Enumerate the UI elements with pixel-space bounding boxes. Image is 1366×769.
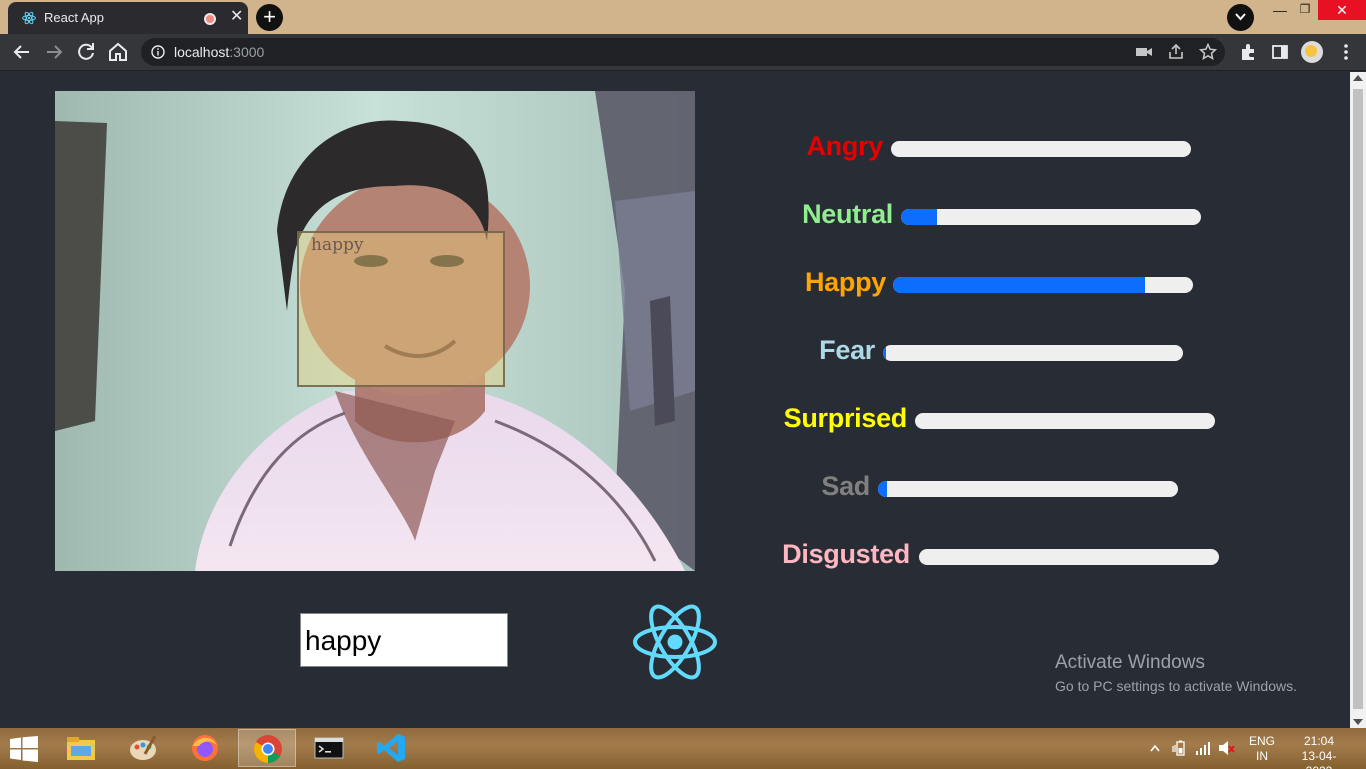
browser-toolbar: localhost:3000 (0, 34, 1366, 71)
app-page: happy Angry Neutral Happy Fear Surprised Sad D… (0, 72, 1350, 728)
extensions-puzzle-icon[interactable] (1239, 43, 1257, 61)
clock[interactable]: 21:04 13-04-2022 (1289, 734, 1349, 769)
emotion-progress-fill (901, 209, 937, 225)
emotion-progress-fill (878, 481, 887, 497)
chrome-icon (254, 735, 282, 763)
scroll-down-arrow-icon[interactable] (1353, 719, 1363, 725)
more-menu-icon[interactable] (1336, 42, 1356, 62)
scroll-up-arrow-icon[interactable] (1353, 75, 1363, 81)
window-maximize-button[interactable]: ❐ (1293, 2, 1317, 22)
vscode-icon (377, 734, 405, 762)
emotion-row-disgusted: Disgusted (0, 539, 1350, 573)
bookmark-star-icon[interactable] (1199, 43, 1217, 61)
clock-date: 13-04-2022 (1301, 749, 1337, 769)
windows-taskbar: ENG IN 21:04 13-04-2022 (0, 728, 1366, 769)
input-language-indicator[interactable]: ENG IN (1249, 734, 1275, 764)
emotion-row-happy: Happy (0, 267, 1350, 301)
browser-tab[interactable]: React App ✕ (8, 2, 248, 34)
new-tab-button[interactable]: + (256, 4, 283, 31)
emotion-progress-bar (891, 141, 1191, 157)
taskbar-vscode[interactable] (362, 729, 420, 767)
chevron-down-icon (1235, 13, 1246, 21)
emotion-label: Angry (806, 131, 883, 161)
taskbar-chrome[interactable] (238, 729, 296, 767)
home-icon[interactable] (106, 40, 130, 64)
taskbar-firefox[interactable] (176, 729, 234, 767)
tab-close-button[interactable]: ✕ (230, 8, 243, 26)
network-signal-icon[interactable] (1195, 740, 1211, 756)
react-logo-icon (633, 604, 717, 680)
tab-title: React App (44, 10, 104, 25)
activate-windows-title: Activate Windows (1055, 652, 1205, 673)
tray-chevron-up-icon[interactable] (1150, 744, 1160, 752)
window-minimize-button[interactable]: — (1268, 2, 1292, 22)
window-close-button[interactable]: ✕ (1318, 0, 1366, 20)
terminal-icon (314, 737, 344, 759)
reload-icon[interactable] (74, 40, 98, 64)
emotion-progress-fill (883, 345, 886, 361)
emotion-label: Surprised (783, 403, 908, 433)
emotion-progress-bar (915, 413, 1215, 429)
clock-time: 21:04 (1303, 734, 1335, 748)
taskbar-command-prompt[interactable] (300, 729, 358, 767)
profile-avatar[interactable] (1301, 41, 1323, 63)
taskbar-paint[interactable] (114, 729, 172, 767)
emotion-label: Fear (819, 335, 875, 365)
emotion-row-surprised: Surprised (0, 403, 1350, 437)
emotion-row-fear: Fear (0, 335, 1350, 369)
paint-icon (130, 735, 157, 760)
page-scrollbar[interactable] (1350, 72, 1366, 728)
emotion-progress-bar (878, 481, 1178, 497)
taskbar-file-explorer[interactable] (52, 729, 110, 767)
windows-start-icon[interactable] (10, 736, 38, 762)
back-arrow-icon[interactable] (10, 40, 34, 64)
share-icon[interactable] (1167, 43, 1185, 61)
side-panel-icon[interactable] (1271, 43, 1289, 61)
battery-icon[interactable] (1172, 740, 1188, 756)
firefox-icon (192, 735, 218, 761)
scrollbar-thumb[interactable] (1353, 89, 1363, 709)
emotion-label: Sad (821, 471, 870, 501)
activate-windows-watermark: Activate Windows Go to PC settings to ac… (1055, 652, 1297, 696)
address-bar[interactable]: localhost:3000 (141, 38, 1225, 66)
emotion-progress-fill (893, 277, 1145, 293)
url-port: :3000 (229, 44, 265, 60)
emotion-label: Disgusted (782, 539, 910, 569)
site-info-icon[interactable] (151, 45, 165, 59)
emotion-row-neutral: Neutral (0, 199, 1350, 233)
tab-search-button[interactable] (1227, 4, 1254, 31)
emotion-progress-bar (883, 345, 1183, 361)
emotion-progress-bar (919, 549, 1219, 565)
emotion-progress-bar (893, 277, 1193, 293)
recording-indicator-icon (204, 13, 216, 25)
emotion-row-angry: Angry (0, 131, 1350, 165)
activate-windows-subtitle: Go to PC settings to activate Windows. (1055, 678, 1297, 694)
url-host: localhost (174, 44, 230, 60)
region-code: IN (1256, 749, 1268, 763)
forward-arrow-icon[interactable] (42, 40, 66, 64)
emotion-progress-bar (901, 209, 1201, 225)
file-explorer-icon (67, 737, 95, 760)
browser-tab-strip: React App ✕ + — ❐ ✕ (0, 0, 1366, 34)
emotion-row-sad: Sad (0, 471, 1350, 505)
react-favicon-icon (22, 11, 36, 25)
language-code: ENG (1249, 734, 1276, 748)
volume-muted-icon[interactable] (1218, 740, 1236, 756)
camera-icon[interactable] (1135, 43, 1153, 61)
detected-emotion-display: happy (300, 613, 508, 667)
url-text: localhost:3000 (174, 44, 264, 60)
face-detection-label: happy (311, 235, 364, 255)
emotion-label: Neutral (802, 199, 893, 229)
emotion-label: Happy (804, 267, 886, 297)
